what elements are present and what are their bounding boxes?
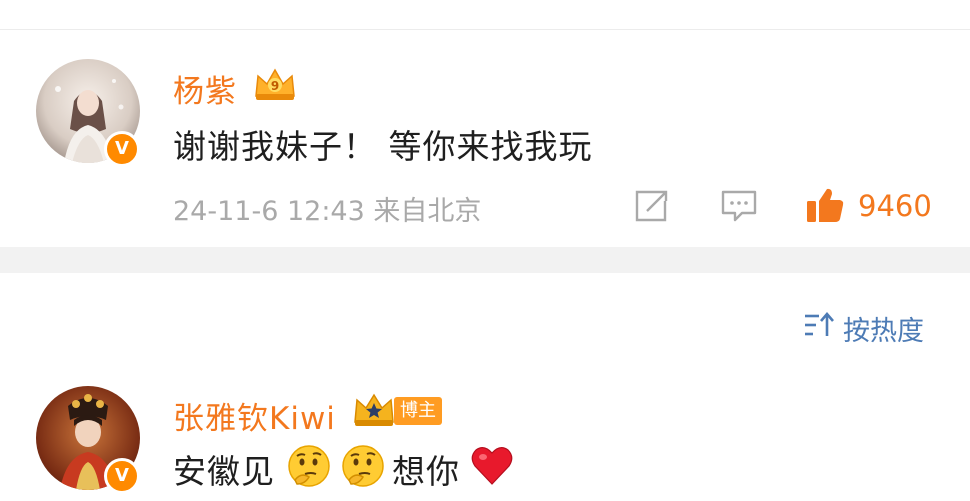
share-icon[interactable] — [633, 189, 669, 227]
thinking-face-icon — [287, 444, 331, 492]
comment-text: 谢谢我妹子！ 等你来找我玩 — [173, 127, 593, 166]
red-heart-icon — [470, 444, 514, 490]
sort-label: 按热度 — [843, 315, 924, 347]
section-divider — [0, 247, 970, 273]
verified-badge-icon: V — [104, 458, 140, 494]
like-count: 9460 — [858, 189, 932, 223]
comment-icon[interactable] — [720, 189, 758, 227]
crown-level-9-icon: 9 — [252, 66, 298, 106]
verified-badge-icon: V — [104, 131, 140, 167]
sort-by-hot-button[interactable]: 按热度 — [803, 308, 924, 348]
comment-text-suffix: 想你 — [392, 452, 460, 491]
comment-meta: 24-11-6 12:43 来自北京 — [173, 196, 482, 227]
comment-thread: V 杨紫 9 谢谢我妹子！ 等你来找我玩 24-11-6 12:43 来自北京 — [0, 0, 970, 501]
thumbs-up-icon[interactable] — [805, 186, 845, 228]
comment-username[interactable]: 杨紫 — [173, 66, 237, 111]
crown-star-icon — [352, 392, 396, 432]
comment-text-prefix: 安徽见 — [173, 452, 275, 491]
thinking-face-icon — [341, 444, 385, 492]
blogger-tag-badge: 博主 — [394, 397, 442, 425]
sort-icon — [803, 310, 843, 347]
svg-text:9: 9 — [271, 79, 279, 93]
comment-username[interactable]: 张雅钦Kiwi — [173, 393, 336, 438]
top-divider — [0, 29, 970, 30]
